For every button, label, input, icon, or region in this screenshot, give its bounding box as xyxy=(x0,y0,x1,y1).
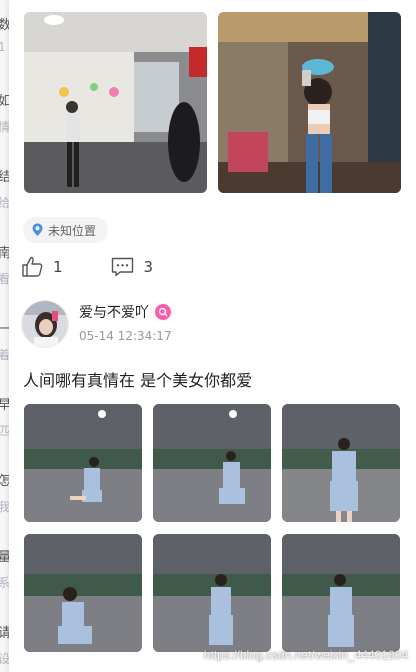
edge-text: 怎 xyxy=(0,474,9,489)
edge-text: 量 xyxy=(0,550,9,565)
post-photo-mirror-selfie[interactable] xyxy=(218,12,401,193)
like-thumb-icon xyxy=(22,256,43,277)
edge-text: 给 xyxy=(0,196,9,210)
background-screen-edge: 数 1 如 情 结 给 南 看 一 着 早 匹 怎 我 量 系 请 设 xyxy=(0,0,9,672)
edge-text: 数 xyxy=(0,18,9,33)
edge-text: 情 xyxy=(0,120,9,134)
like-button[interactable]: 1 xyxy=(21,256,63,277)
edge-text: 我 xyxy=(0,500,9,514)
edge-text: 一 xyxy=(0,322,9,337)
location-tag[interactable]: 未知位置 xyxy=(23,217,109,243)
grid-photo[interactable] xyxy=(282,534,400,652)
edge-text: 如 xyxy=(0,94,9,109)
post-feed-card: 未知位置 1 3 爱与不爱吖 05-14 12:34:17 人间哪有真情在 是个… xyxy=(9,0,416,672)
edge-text: 南 xyxy=(0,246,9,261)
grid-photo[interactable] xyxy=(24,404,142,522)
edge-text: 1 xyxy=(0,40,6,54)
location-label: 未知位置 xyxy=(48,223,97,238)
grid-photo[interactable] xyxy=(153,404,271,522)
grid-photo[interactable] xyxy=(282,404,400,522)
edge-text: 设 xyxy=(0,652,9,666)
edge-text: 看 xyxy=(0,272,9,286)
watermark: https://blog.csdn.net/weixin_44401604 xyxy=(203,648,408,662)
post-photo-gym[interactable] xyxy=(24,12,207,193)
edge-text: 着 xyxy=(0,348,9,362)
comment-button[interactable]: 3 xyxy=(111,257,154,277)
username[interactable]: 爱与不爱吖 xyxy=(79,302,149,322)
post-actions: 1 3 xyxy=(21,256,153,277)
avatar[interactable] xyxy=(21,300,69,348)
comment-icon xyxy=(111,257,133,276)
like-count: 1 xyxy=(53,257,63,276)
comment-count: 3 xyxy=(143,257,154,276)
location-pin-icon xyxy=(32,223,43,236)
edge-text: 结 xyxy=(0,170,9,185)
post-text: 人间哪有真情在 是个美女你都爱 xyxy=(23,371,253,390)
edge-text: 匹 xyxy=(0,424,9,438)
username-row: 爱与不爱吖 xyxy=(79,302,171,322)
post-timestamp: 05-14 12:34:17 xyxy=(79,329,172,343)
edge-text: 早 xyxy=(0,398,9,413)
verified-badge-icon xyxy=(155,304,171,320)
grid-photo[interactable] xyxy=(153,534,271,652)
edge-text: 请 xyxy=(0,626,9,641)
grid-photo[interactable] xyxy=(24,534,142,652)
edge-text: 系 xyxy=(0,576,9,590)
